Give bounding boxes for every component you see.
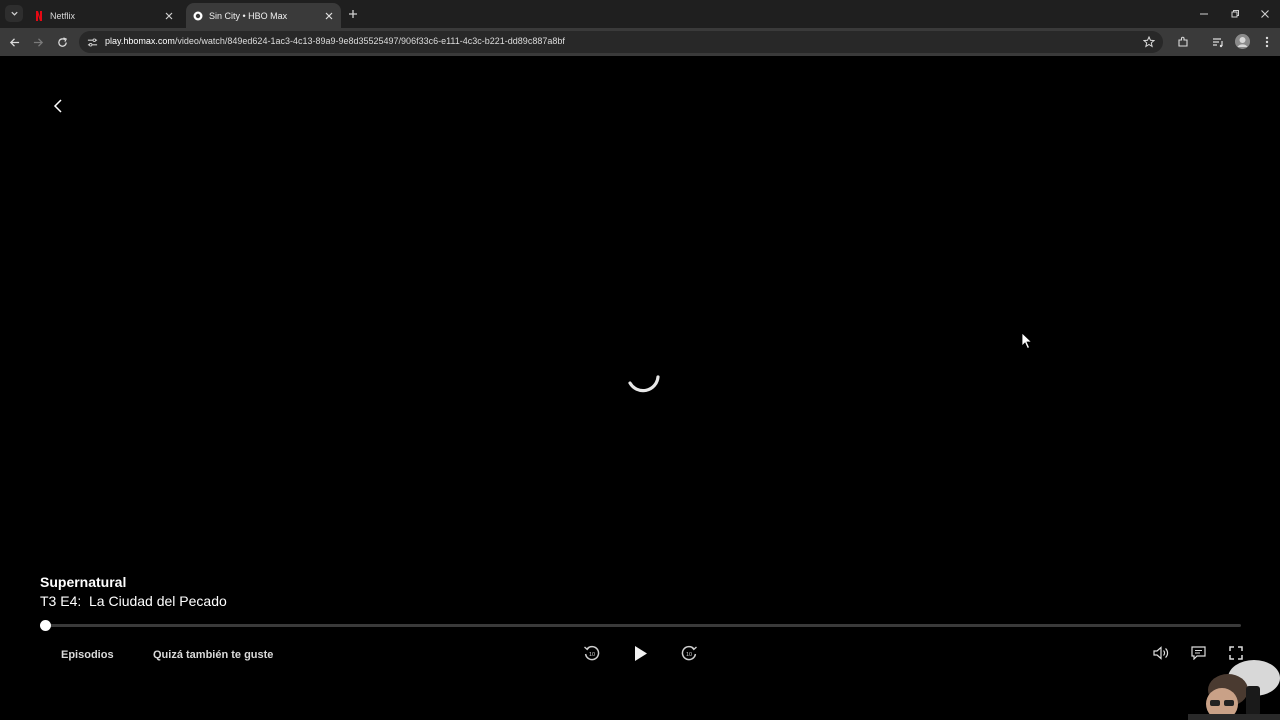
svg-text:10: 10 xyxy=(686,652,692,658)
menu-kebab-icon[interactable] xyxy=(1259,34,1275,50)
video-player[interactable]: Supernatural T3 E4: La Ciudad del Pecado… xyxy=(0,56,1280,720)
show-title: Supernatural xyxy=(40,574,127,590)
minimize-button[interactable] xyxy=(1195,6,1213,22)
volume-icon xyxy=(1153,646,1169,660)
forward-10-button[interactable]: 10 xyxy=(679,643,699,663)
minimize-icon xyxy=(1200,13,1208,15)
tab-search-button[interactable] xyxy=(5,5,23,22)
netflix-favicon xyxy=(34,10,44,21)
forward-button[interactable] xyxy=(30,34,46,50)
volume-button[interactable] xyxy=(1151,644,1171,662)
svg-text:10: 10 xyxy=(589,652,595,658)
progress-bar[interactable] xyxy=(45,624,1241,627)
close-window-button[interactable] xyxy=(1256,6,1274,22)
arrow-right-icon xyxy=(33,37,43,47)
close-icon[interactable] xyxy=(323,10,335,22)
reload-button[interactable] xyxy=(54,34,70,50)
browser-tab-bar: Netflix Sin City • HBO Max xyxy=(0,0,1280,28)
url-text: play.hbomax.com/video/watch/849ed624-1ac… xyxy=(105,36,565,46)
webcam-overlay xyxy=(1188,656,1280,720)
profile-avatar[interactable] xyxy=(1235,34,1250,49)
plus-icon xyxy=(349,10,357,18)
address-bar[interactable]: play.hbomax.com/video/watch/849ed624-1ac… xyxy=(79,31,1163,53)
new-tab-button[interactable] xyxy=(345,6,361,22)
restore-icon xyxy=(1231,10,1239,18)
back-button[interactable] xyxy=(6,34,22,50)
extensions-icon[interactable] xyxy=(1175,34,1191,50)
play-icon xyxy=(635,645,647,661)
chevron-down-icon xyxy=(10,11,18,16)
forward-10-icon: 10 xyxy=(681,645,697,661)
rewind-10-button[interactable]: 10 xyxy=(582,643,602,663)
hbomax-favicon xyxy=(193,11,203,21)
url-host: play.hbomax.com xyxy=(105,36,175,46)
progress-thumb[interactable] xyxy=(40,620,51,631)
close-icon xyxy=(1261,10,1269,18)
tab-netflix[interactable]: Netflix xyxy=(27,3,181,28)
browser-toolbar: play.hbomax.com/video/watch/849ed624-1ac… xyxy=(0,28,1280,56)
tab-hbomax[interactable]: Sin City • HBO Max xyxy=(186,3,341,28)
player-back-button[interactable] xyxy=(49,96,67,116)
arrow-left-icon xyxy=(9,37,19,47)
rewind-10-icon: 10 xyxy=(584,645,600,661)
back-icon xyxy=(53,99,62,113)
restore-button[interactable] xyxy=(1226,6,1244,22)
loading-spinner xyxy=(628,375,660,393)
you-may-like-button[interactable]: Quizá también te guste xyxy=(153,649,273,661)
mouse-cursor-icon xyxy=(1021,332,1033,350)
episodes-button[interactable]: Episodios xyxy=(61,649,114,661)
episode-title: T3 E4: La Ciudad del Pecado xyxy=(40,593,227,609)
url-path: /video/watch/849ed624-1ac3-4c13-89a9-9e8… xyxy=(174,36,565,46)
avatar-icon xyxy=(1235,34,1250,49)
bookmark-star-icon[interactable] xyxy=(1141,34,1157,50)
reload-icon xyxy=(57,36,67,47)
webcam-person-image xyxy=(1188,660,1280,720)
close-icon[interactable] xyxy=(163,10,175,22)
site-info-icon[interactable] xyxy=(85,35,99,49)
play-button[interactable] xyxy=(631,642,651,664)
tab-title: Sin City • HBO Max xyxy=(209,10,288,21)
media-controls-icon[interactable] xyxy=(1210,34,1226,50)
tab-title: Netflix xyxy=(50,10,76,21)
